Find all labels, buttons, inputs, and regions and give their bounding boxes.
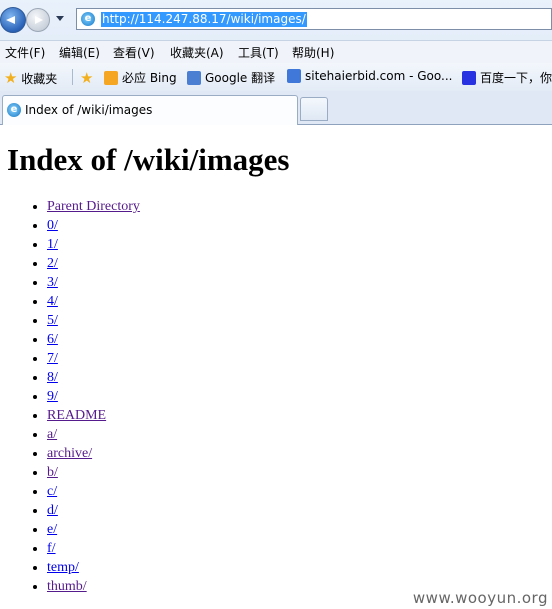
navigation-bar: e http://114.247.88.17/wiki/images/ bbox=[0, 0, 552, 40]
browser-chrome: e http://114.247.88.17/wiki/images/ 文件(F… bbox=[0, 0, 552, 125]
directory-link[interactable]: 1/ bbox=[47, 237, 58, 252]
directory-link[interactable]: a/ bbox=[47, 427, 57, 442]
directory-link[interactable]: thumb/ bbox=[47, 579, 87, 594]
directory-link[interactable]: 4/ bbox=[47, 294, 58, 309]
directory-link[interactable]: 0/ bbox=[47, 218, 58, 233]
directory-link[interactable]: archive/ bbox=[47, 446, 92, 461]
menu-help[interactable]: 帮助(H) bbox=[292, 44, 334, 61]
favorite-baidu-label: 百度一下，你 bbox=[480, 71, 552, 85]
directory-link[interactable]: README bbox=[47, 408, 106, 423]
list-item: 4/ bbox=[47, 292, 140, 311]
ie-page-icon: e bbox=[81, 12, 95, 26]
star-icon: ★ bbox=[4, 69, 18, 87]
new-tab-button[interactable] bbox=[300, 97, 328, 121]
favorites-label: 收藏夹 bbox=[21, 72, 58, 86]
menu-view[interactable]: 查看(V) bbox=[113, 44, 155, 61]
list-item: 5/ bbox=[47, 311, 140, 330]
baidu-paw-icon bbox=[462, 71, 476, 85]
directory-link[interactable]: 2/ bbox=[47, 256, 58, 271]
tab-bar: e Index of /wiki/images bbox=[0, 91, 552, 125]
favorite-google-translate[interactable]: Google 翻译 bbox=[187, 69, 275, 86]
list-item: a/ bbox=[47, 425, 140, 444]
list-item: 8/ bbox=[47, 368, 140, 387]
page-heading: Index of /wiki/images bbox=[7, 142, 290, 177]
ie-tab-icon: e bbox=[7, 103, 21, 117]
list-item: 6/ bbox=[47, 330, 140, 349]
directory-link[interactable]: 6/ bbox=[47, 332, 58, 347]
favorites-button[interactable]: ★ 收藏夹 bbox=[4, 69, 57, 87]
history-dropdown-icon[interactable] bbox=[56, 16, 64, 21]
list-item: 1/ bbox=[47, 235, 140, 254]
list-item: 2/ bbox=[47, 254, 140, 273]
page-content: Index of /wiki/images Parent Directory 0/… bbox=[0, 125, 552, 609]
directory-link[interactable]: 7/ bbox=[47, 351, 58, 366]
favorite-sitehaierbid[interactable]: sitehaierbid.com - Goo... bbox=[287, 69, 452, 83]
list-item: 0/ bbox=[47, 216, 140, 235]
menu-edit[interactable]: 编辑(E) bbox=[59, 44, 100, 61]
list-item: b/ bbox=[47, 463, 140, 482]
directory-link[interactable]: d/ bbox=[47, 503, 58, 518]
list-item: archive/ bbox=[47, 444, 140, 463]
list-item: temp/ bbox=[47, 558, 140, 577]
tab-title: Index of /wiki/images bbox=[25, 103, 153, 117]
list-item: e/ bbox=[47, 520, 140, 539]
directory-link[interactable]: 5/ bbox=[47, 313, 58, 328]
list-item: Parent Directory bbox=[47, 197, 140, 216]
list-item: 9/ bbox=[47, 387, 140, 406]
list-item: README bbox=[47, 406, 140, 425]
menu-bar: 文件(F) 编辑(E) 查看(V) 收藏夹(A) 工具(T) 帮助(H) bbox=[0, 40, 552, 64]
forward-button[interactable] bbox=[26, 8, 50, 32]
directory-link[interactable]: temp/ bbox=[47, 560, 79, 575]
list-item: f/ bbox=[47, 539, 140, 558]
google-icon bbox=[287, 69, 301, 83]
address-bar[interactable]: e http://114.247.88.17/wiki/images/ bbox=[76, 8, 552, 30]
list-item: 7/ bbox=[47, 349, 140, 368]
menu-favorites[interactable]: 收藏夹(A) bbox=[170, 44, 224, 61]
list-item: c/ bbox=[47, 482, 140, 501]
directory-link[interactable]: Parent Directory bbox=[47, 199, 140, 214]
directory-link[interactable]: 3/ bbox=[47, 275, 58, 290]
translate-icon bbox=[187, 71, 201, 85]
directory-link[interactable]: c/ bbox=[47, 484, 57, 499]
favorites-bar: ★ 收藏夹 ★ 必应 Bing Google 翻译 sitehaierbid.c… bbox=[0, 63, 552, 91]
favorite-baidu[interactable]: 百度一下，你 bbox=[462, 69, 552, 86]
directory-link[interactable]: 8/ bbox=[47, 370, 58, 385]
directory-listing: Parent Directory 0/1/2/3/4/5/6/7/8/9/READ… bbox=[0, 197, 140, 596]
toolbar-separator bbox=[72, 69, 73, 85]
list-item: 3/ bbox=[47, 273, 140, 292]
favorite-bing[interactable]: 必应 Bing bbox=[104, 69, 177, 86]
menu-file[interactable]: 文件(F) bbox=[5, 44, 45, 61]
list-item: thumb/ bbox=[47, 577, 140, 596]
favorite-google-translate-label: Google 翻译 bbox=[205, 71, 276, 85]
address-url[interactable]: http://114.247.88.17/wiki/images/ bbox=[101, 12, 307, 27]
directory-link[interactable]: f/ bbox=[47, 541, 56, 556]
favorite-bing-label: 必应 Bing bbox=[122, 71, 177, 85]
add-favorite-button[interactable]: ★ bbox=[80, 69, 93, 87]
bing-icon bbox=[104, 71, 118, 85]
watermark: www.wooyun.org bbox=[412, 589, 548, 607]
directory-link[interactable]: b/ bbox=[47, 465, 58, 480]
directory-link[interactable]: 9/ bbox=[47, 389, 58, 404]
menu-tools[interactable]: 工具(T) bbox=[238, 44, 279, 61]
favorite-sitehaierbid-label: sitehaierbid.com - Goo... bbox=[305, 69, 453, 83]
tab-index-of-wiki-images[interactable]: e Index of /wiki/images bbox=[2, 95, 298, 125]
list-item: d/ bbox=[47, 501, 140, 520]
add-favorite-star-icon: ★ bbox=[80, 69, 94, 87]
back-button[interactable] bbox=[0, 7, 26, 33]
directory-link[interactable]: e/ bbox=[47, 522, 57, 537]
